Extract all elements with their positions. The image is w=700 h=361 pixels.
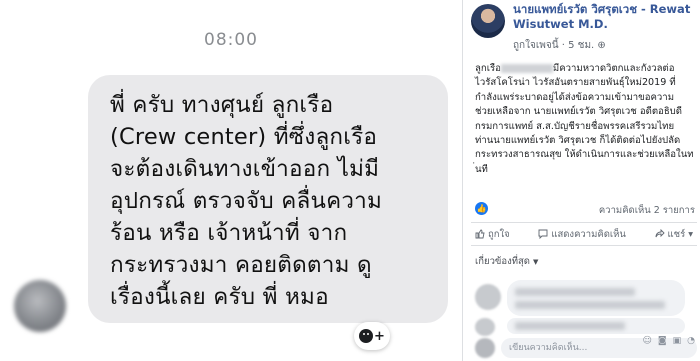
comment-composer: เขียนความคิดเห็น... ☺ ◙ ▣ ◔: [475, 336, 699, 360]
chevron-down-icon: ▼: [532, 258, 539, 266]
comment-sort-dropdown[interactable]: เกี่ยวข้องที่สุด ▼: [475, 254, 538, 269]
add-reaction-button[interactable]: +: [354, 322, 390, 350]
comment-count[interactable]: ความคิดเห็น 2 รายการ: [599, 203, 695, 218]
gif-icon[interactable]: ▣: [673, 336, 682, 346]
chat-timestamp: 08:00: [204, 30, 258, 50]
chat-panel: 08:00 พี่ ครับ ทางศุนย์ ลูกเรือ (Crew ce…: [0, 0, 462, 361]
comment-bubble: [507, 280, 685, 316]
author-name[interactable]: นายแพทย์เรวัต วิศรุตเวช - Rewat Wisutwet…: [513, 2, 698, 32]
post-action-bar: ถูกใจ แสดงความคิดเห็น แชร์ ▾: [471, 222, 697, 246]
comment-bubble: [507, 318, 685, 334]
post-body: ลูกเรือ มีความหวาดวิตกและกังวลต่อ ไวรัสโค…: [475, 62, 695, 177]
sticker-icon[interactable]: ◔: [687, 336, 695, 346]
user-avatar: [475, 338, 495, 358]
blurred-comment-line: [515, 301, 665, 309]
commenter-avatar[interactable]: [475, 284, 501, 310]
comment-item: [475, 318, 695, 336]
share-label: แชร์: [667, 228, 686, 240]
chevron-down-icon[interactable]: ▾: [688, 229, 693, 240]
share-button[interactable]: แชร์ ▾: [655, 227, 693, 242]
commenter-avatar[interactable]: [475, 318, 495, 336]
blurred-comment-line: [515, 322, 625, 330]
post-stats: 👍 ความคิดเห็น 2 รายการ: [475, 202, 695, 218]
share-icon: [655, 229, 665, 238]
globe-icon: ⊕: [597, 40, 606, 51]
like-reaction-icon[interactable]: 👍: [475, 202, 488, 215]
sort-label: เกี่ยวข้องที่สุด: [475, 256, 530, 267]
post-body-text: มีความหวาดวิตกและกังวลต่อ ไวรัสโคโรน่า ไ…: [475, 63, 694, 175]
message-text: พี่ ครับ ทางศุนย์ ลูกเรือ (Crew center) …: [110, 92, 383, 310]
page-like-label[interactable]: ถูกใจเพจนี้: [513, 40, 559, 51]
composer-icons: ☺ ◙ ▣ ◔: [643, 336, 696, 346]
message-bubble: พี่ ครับ ทางศุนย์ ลูกเรือ (Crew center) …: [88, 75, 448, 323]
emoji-icon[interactable]: ☺: [643, 336, 652, 346]
post-header: นายแพทย์เรวัต วิศรุตเวช - Rewat Wisutwet…: [463, 0, 700, 60]
post-time[interactable]: 5 ชม.: [568, 40, 594, 51]
like-button[interactable]: ถูกใจ: [475, 227, 510, 242]
author-avatar[interactable]: [471, 4, 505, 38]
comment-button[interactable]: แสดงความคิดเห็น: [538, 227, 626, 242]
sender-avatar: [14, 280, 66, 332]
like-label: ถูกใจ: [488, 228, 510, 240]
comment-icon: [538, 229, 548, 239]
blurred-text: [500, 63, 553, 73]
post-meta: ถูกใจเพจนี้ · 5 ชม. ⊕: [513, 38, 606, 53]
camera-icon[interactable]: ◙: [658, 336, 667, 346]
comment-item: [475, 280, 695, 320]
comment-label: แสดงความคิดเห็น: [551, 228, 626, 240]
plus-icon: +: [374, 328, 385, 344]
blurred-comment-line: [515, 288, 635, 296]
post-body-prefix: ลูกเรือ: [475, 63, 501, 74]
facebook-post: นายแพทย์เรวัต วิศรุตเวช - Rewat Wisutwet…: [462, 0, 700, 361]
thumbs-up-icon: [475, 229, 485, 239]
smiley-icon: [359, 329, 374, 343]
